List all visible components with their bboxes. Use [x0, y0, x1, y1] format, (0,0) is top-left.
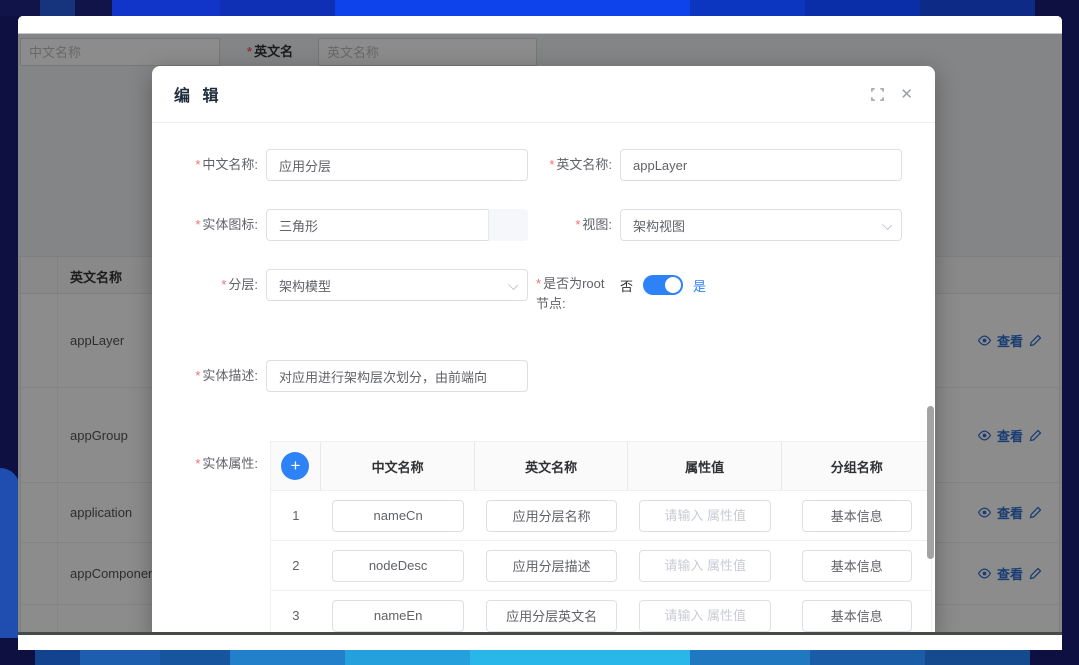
entity-attrs-label: *实体属性: [168, 441, 258, 472]
attr-row-index: 1 [271, 508, 321, 523]
page-content: *英文名 英文名称 appLayer 查看 [18, 33, 1062, 632]
name-cn-input[interactable] [266, 149, 528, 181]
desktop-left-curve [0, 468, 20, 638]
attr-name-en-input[interactable] [486, 550, 617, 582]
desktop-top-stripes [0, 0, 1079, 16]
attr-value-input[interactable] [639, 500, 772, 532]
attr-value-input[interactable] [639, 550, 772, 582]
attr-row-index: 2 [271, 558, 321, 573]
view-select[interactable] [620, 209, 902, 241]
attr-group-input[interactable] [802, 550, 912, 582]
attr-header-group: 分组名称 [782, 442, 931, 490]
is-root-toggle[interactable] [643, 275, 683, 295]
attr-name-cn-input[interactable] [332, 500, 465, 532]
layer-select[interactable] [266, 269, 528, 301]
is-root-off-label: 否 [620, 276, 633, 295]
edit-modal: 编 辑 ✕ *中文名称: *英文名称: [152, 66, 935, 632]
desktop-background: *英文名 英文名称 appLayer 查看 [0, 0, 1079, 665]
attr-row: 3 [271, 590, 931, 632]
attr-group-input[interactable] [802, 500, 912, 532]
attr-name-en-input[interactable] [486, 600, 617, 632]
attr-header-name-cn: 中文名称 [321, 442, 476, 490]
name-en-input[interactable] [620, 149, 902, 181]
attr-name-en-input[interactable] [486, 500, 617, 532]
modal-scrollbar[interactable] [927, 406, 934, 559]
entity-icon-preview[interactable] [488, 209, 528, 241]
attr-header-attr-value: 属性值 [628, 442, 783, 490]
entity-icon-label: *实体图标: [168, 209, 258, 241]
fullscreen-icon[interactable] [871, 88, 884, 101]
name-cn-label: *中文名称: [168, 149, 258, 181]
app-window: *英文名 英文名称 appLayer 查看 [18, 16, 1062, 650]
add-attr-button[interactable]: + [281, 452, 309, 480]
window-top-bar [18, 16, 1062, 33]
desktop-bottom-stripes [0, 648, 1079, 665]
entity-desc-label: *实体描述: [168, 360, 258, 392]
layer-label: *分层: [168, 269, 258, 301]
entity-desc-input[interactable] [266, 360, 528, 392]
attr-row: 1 [271, 490, 931, 540]
attr-table: + 中文名称 英文名称 属性值 分组名称 1 [270, 441, 932, 632]
attr-header-name-en: 英文名称 [475, 442, 628, 490]
attr-row: 2 [271, 540, 931, 590]
modal-body: *中文名称: *英文名称: *实体图标: *视图: [152, 123, 935, 632]
attr-group-input[interactable] [802, 600, 912, 632]
modal-header: 编 辑 ✕ [152, 66, 935, 123]
is-root-label: *是否为root节点: [536, 269, 612, 314]
name-en-label: *英文名称: [536, 149, 612, 181]
modal-title: 编 辑 [174, 82, 222, 106]
attr-row-index: 3 [271, 608, 321, 623]
attr-value-input[interactable] [639, 600, 772, 632]
attr-name-cn-input[interactable] [332, 600, 465, 632]
attr-name-cn-input[interactable] [332, 550, 465, 582]
window-bottom-bar [18, 635, 1062, 649]
view-label: *视图: [536, 209, 612, 241]
attr-table-header: + 中文名称 英文名称 属性值 分组名称 [271, 442, 931, 490]
is-root-on-label: 是 [693, 276, 706, 295]
close-icon[interactable]: ✕ [900, 87, 913, 102]
